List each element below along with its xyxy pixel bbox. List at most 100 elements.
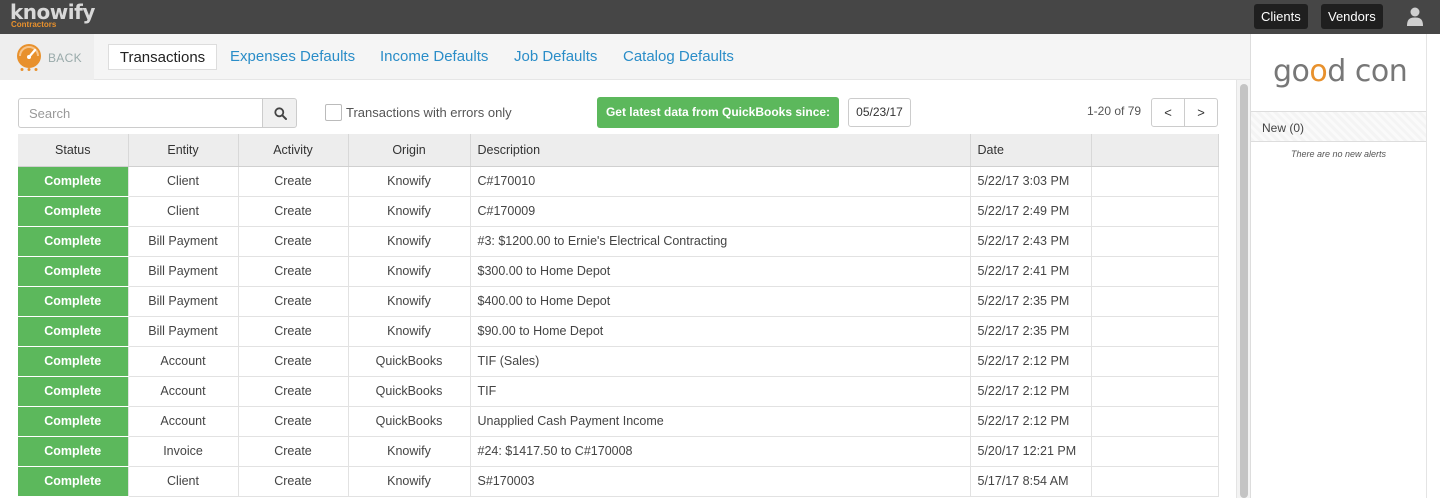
description-cell: #3: $1200.00 to Ernie's Electrical Contr… — [470, 226, 971, 257]
column-header-spacer — [1091, 134, 1219, 167]
status-cell: Complete — [18, 436, 129, 467]
entity-cell: Bill Payment — [128, 316, 239, 347]
table-row[interactable]: Complete Account Create QuickBooks TIF (Sale… — [18, 346, 1219, 377]
tab-income-defaults[interactable]: Income Defaults — [380, 44, 488, 70]
date-cell: 5/17/17 8:54 AM — [970, 466, 1092, 497]
status-cell: Complete — [18, 256, 129, 287]
table-row[interactable]: Complete Client Create Knowify S#170003 5/17/… — [18, 466, 1219, 497]
alerts-new-label: New (0) — [1262, 121, 1305, 135]
column-header-activity[interactable]: Activity — [238, 134, 349, 167]
date-cell: 5/22/17 2:12 PM — [970, 346, 1092, 377]
activity-cell: Create — [238, 256, 349, 287]
column-header-entity[interactable]: Entity — [128, 134, 239, 167]
spacer-cell — [1091, 226, 1219, 257]
entity-cell: Account — [128, 346, 239, 377]
scrollbar-thumb[interactable] — [1240, 84, 1248, 498]
spacer-cell — [1091, 406, 1219, 437]
scrollbar[interactable] — [1236, 80, 1250, 498]
tab-transactions[interactable]: Transactions — [108, 44, 217, 70]
status-cell: Complete — [18, 406, 129, 437]
table-row[interactable]: Complete Bill Payment Create Knowify $300.00… — [18, 256, 1219, 287]
activity-cell: Create — [238, 346, 349, 377]
column-header-description[interactable]: Description — [470, 134, 971, 167]
date-cell: 5/22/17 2:35 PM — [970, 316, 1092, 347]
activity-cell: Create — [238, 436, 349, 467]
status-cell: Complete — [18, 166, 129, 197]
vendors-button[interactable]: Vendors — [1321, 4, 1383, 29]
gauge-icon — [17, 44, 41, 71]
paging-info: 1-20 of 79 — [1087, 104, 1142, 118]
top-bar: knowify Contractors Clients Vendors — [0, 0, 1440, 34]
status-cell: Complete — [18, 316, 129, 347]
tab-job-defaults[interactable]: Job Defaults — [514, 44, 597, 70]
date-cell: 5/22/17 2:41 PM — [970, 256, 1092, 287]
description-cell: $400.00 to Home Depot — [470, 286, 971, 317]
date-cell: 5/22/17 3:03 PM — [970, 166, 1092, 197]
column-header-status[interactable]: Status — [18, 134, 129, 167]
search-input[interactable] — [18, 98, 263, 128]
user-icon[interactable] — [1406, 6, 1424, 26]
clients-button[interactable]: Clients — [1254, 4, 1308, 29]
status-cell: Complete — [18, 286, 129, 317]
quickbooks-sync-button[interactable]: Get latest data from QuickBooks since: — [597, 97, 839, 128]
search-icon — [274, 107, 287, 120]
since-date-field[interactable]: 05/23/17 — [848, 98, 911, 127]
origin-cell: Knowify — [348, 316, 471, 347]
status-cell: Complete — [18, 196, 129, 227]
company-logo-part: d con — [1327, 54, 1408, 89]
description-cell: TIF (Sales) — [470, 346, 971, 377]
activity-cell: Create — [238, 406, 349, 437]
table-row[interactable]: Complete Account Create QuickBooks Unapplied… — [18, 406, 1219, 437]
table-row[interactable]: Complete Account Create QuickBooks TIF 5/22/1… — [18, 376, 1219, 407]
column-header-origin[interactable]: Origin — [348, 134, 471, 167]
date-cell: 5/22/17 2:35 PM — [970, 286, 1092, 317]
description-cell: $90.00 to Home Depot — [470, 316, 971, 347]
errors-only-checkbox[interactable] — [325, 104, 342, 121]
table-row[interactable]: Complete Bill Payment Create Knowify $90.00 … — [18, 316, 1219, 347]
description-cell: Unapplied Cash Payment Income — [470, 406, 971, 437]
alerts-panel: good con New (0) There are no new alerts — [1250, 34, 1440, 498]
activity-cell: Create — [238, 196, 349, 227]
column-header-date[interactable]: Date — [970, 134, 1092, 167]
spacer-cell — [1091, 196, 1219, 227]
origin-cell: Knowify — [348, 466, 471, 497]
prev-page-button[interactable]: < — [1151, 98, 1185, 127]
alerts-new-tab[interactable]: New (0) — [1251, 111, 1426, 142]
table-row[interactable]: Complete Client Create Knowify C#170010 5/22/… — [18, 166, 1219, 197]
tab-catalog-defaults[interactable]: Catalog Defaults — [623, 44, 734, 70]
entity-cell: Client — [128, 166, 239, 197]
app-logo[interactable]: knowify Contractors — [10, 2, 95, 29]
back-button[interactable]: BACK — [0, 34, 94, 80]
table-row[interactable]: Complete Invoice Create Knowify #24: $1417.5… — [18, 436, 1219, 467]
status-cell: Complete — [18, 466, 129, 497]
tab-expenses-defaults[interactable]: Expenses Defaults — [230, 44, 355, 70]
date-cell: 5/22/17 2:49 PM — [970, 196, 1092, 227]
origin-cell: QuickBooks — [348, 406, 471, 437]
table-row[interactable]: Complete Client Create Knowify C#170009 5/22/… — [18, 196, 1219, 227]
activity-cell: Create — [238, 466, 349, 497]
table-row[interactable]: Complete Bill Payment Create Knowify #3: $12… — [18, 226, 1219, 257]
origin-cell: Knowify — [348, 256, 471, 287]
spacer-cell — [1091, 166, 1219, 197]
description-cell: TIF — [470, 376, 971, 407]
logo-text: knowify — [10, 0, 95, 24]
status-cell: Complete — [18, 346, 129, 377]
table-header-row: Status Entity Activity Origin Descriptio… — [18, 134, 1219, 167]
entity-cell: Bill Payment — [128, 256, 239, 287]
status-cell: Complete — [18, 376, 129, 407]
description-cell: C#170009 — [470, 196, 971, 227]
date-cell: 5/22/17 2:12 PM — [970, 376, 1092, 407]
sub-navigation: BACK Transactions Expenses Defaults Inco… — [0, 34, 1250, 80]
search-button[interactable] — [262, 98, 297, 128]
table-row[interactable]: Complete Bill Payment Create Knowify $400.00… — [18, 286, 1219, 317]
activity-cell: Create — [238, 166, 349, 197]
description-cell: S#170003 — [470, 466, 971, 497]
next-page-button[interactable]: > — [1184, 98, 1218, 127]
transactions-table: Status Entity Activity Origin Descriptio… — [18, 134, 1219, 497]
entity-cell: Client — [128, 196, 239, 227]
status-cell: Complete — [18, 226, 129, 257]
date-cell: 5/22/17 2:12 PM — [970, 406, 1092, 437]
company-logo: good con — [1273, 50, 1408, 94]
activity-cell: Create — [238, 226, 349, 257]
errors-only-label: Transactions with errors only — [346, 105, 512, 120]
